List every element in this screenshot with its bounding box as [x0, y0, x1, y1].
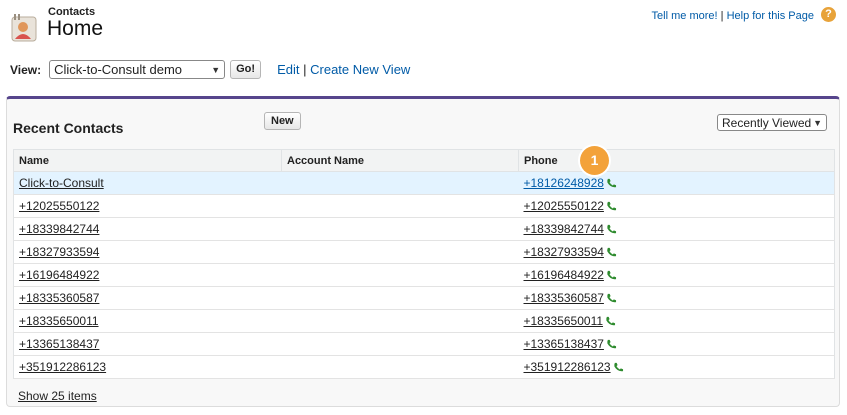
chevron-down-icon: ▼ [211, 64, 221, 75]
cell-name: +351912286123 [13, 355, 282, 379]
view-row: View: Click-to-Consult demo ▼ Go! Edit |… [10, 60, 410, 79]
view-select[interactable]: Click-to-Consult demo ▼ [49, 60, 226, 79]
cell-account [281, 194, 519, 218]
cell-account [281, 263, 519, 287]
table-body: Click-to-Consult +18126248928 +12025550122… [13, 171, 835, 379]
phone-link[interactable]: +18126248928 [524, 176, 604, 190]
contact-name-link[interactable]: +18335650011 [19, 314, 99, 328]
table-row: +16196484922 +16196484922 [13, 263, 835, 287]
cell-name: +16196484922 [13, 263, 282, 287]
phone-link[interactable]: +13365138437 [524, 337, 604, 351]
phone-icon[interactable] [605, 316, 616, 326]
step-badge: 1 [580, 146, 609, 175]
cell-name: Click-to-Consult [13, 171, 282, 195]
table-row: Click-to-Consult +18126248928 [13, 171, 835, 195]
contact-name-link[interactable]: +351912286123 [19, 360, 106, 374]
cell-phone: +18327933594 [518, 240, 835, 264]
phone-icon[interactable] [606, 224, 617, 234]
chevron-down-icon: ▼ [813, 117, 822, 128]
cell-phone: +13365138437 [518, 332, 835, 356]
contact-name-link[interactable]: Click-to-Consult [19, 176, 104, 190]
create-new-view-link[interactable]: Create New View [310, 62, 410, 77]
table-row: +351912286123 +351912286123 [13, 355, 835, 379]
page-title: Home [47, 17, 104, 40]
column-header-account: Account Name [281, 149, 519, 172]
cell-account [281, 217, 519, 241]
cell-phone: +18339842744 [518, 217, 835, 241]
view-label: View: [10, 62, 42, 77]
go-button[interactable]: Go! [230, 60, 262, 79]
help-links: Tell me more! | Help for this Page [652, 10, 814, 22]
cell-account [281, 309, 519, 333]
cell-account [281, 332, 519, 356]
cell-phone: +18335360587 [518, 286, 835, 310]
phone-link[interactable]: +351912286123 [524, 360, 611, 374]
recent-contacts-panel: Recent Contacts New Recently Viewed ▼ Na… [6, 96, 840, 407]
table-row: +18339842744 +18339842744 [13, 217, 835, 241]
cell-phone: +351912286123 [518, 355, 835, 379]
help-separator: | [720, 10, 724, 22]
tell-me-more-link[interactable]: Tell me more! [652, 10, 718, 22]
phone-icon[interactable] [606, 339, 617, 349]
edit-view-link[interactable]: Edit [277, 62, 299, 77]
recent-filter-value: Recently Viewed [722, 115, 812, 130]
cell-account [281, 171, 519, 195]
show-more-link[interactable]: Show 25 items [18, 389, 97, 403]
cell-name: +18327933594 [13, 240, 282, 264]
phone-icon[interactable] [606, 247, 617, 257]
phone-icon[interactable] [606, 270, 617, 280]
contact-name-link[interactable]: +18339842744 [19, 222, 99, 236]
cell-phone: +18126248928 [518, 171, 835, 195]
help-for-this-page-link[interactable]: Help for this Page [727, 10, 814, 22]
phone-link[interactable]: +12025550122 [524, 199, 604, 213]
cell-account [281, 355, 519, 379]
panel-title: Recent Contacts [13, 120, 124, 136]
table-row: +13365138437 +13365138437 [13, 332, 835, 356]
recent-filter-select[interactable]: Recently Viewed ▼ [717, 114, 827, 131]
phone-icon[interactable] [606, 293, 617, 303]
contacts-icon [11, 14, 37, 42]
contact-name-link[interactable]: +18335360587 [19, 291, 99, 305]
column-header-phone: Phone [518, 149, 835, 172]
phone-icon[interactable] [606, 178, 617, 188]
cell-account [281, 286, 519, 310]
table-header-row: Name Account Name Phone [13, 149, 835, 172]
view-links-separator: | [303, 62, 307, 77]
phone-link[interactable]: +18335360587 [524, 291, 604, 305]
new-contact-button[interactable]: New [264, 112, 301, 130]
contacts-table: Name Account Name Phone Click-to-Consult… [13, 149, 835, 379]
cell-phone: +18335650011 [518, 309, 835, 333]
phone-link[interactable]: +18335650011 [524, 314, 604, 328]
cell-account [281, 240, 519, 264]
contact-name-link[interactable]: +12025550122 [19, 199, 99, 213]
phone-icon[interactable] [606, 201, 617, 211]
contact-name-link[interactable]: +13365138437 [19, 337, 99, 351]
contact-name-link[interactable]: +18327933594 [19, 245, 99, 259]
cell-name: +18335360587 [13, 286, 282, 310]
phone-link[interactable]: +16196484922 [524, 268, 604, 282]
column-header-name: Name [13, 149, 282, 172]
view-links: Edit | Create New View [277, 62, 410, 77]
table-row: +18335360587 +18335360587 [13, 286, 835, 310]
phone-icon[interactable] [613, 362, 624, 372]
phone-link[interactable]: +18339842744 [524, 222, 604, 236]
cell-phone: +12025550122 [518, 194, 835, 218]
contact-name-link[interactable]: +16196484922 [19, 268, 99, 282]
cell-name: +18339842744 [13, 217, 282, 241]
cell-name: +13365138437 [13, 332, 282, 356]
view-select-value: Click-to-Consult demo [54, 62, 182, 77]
phone-link[interactable]: +18327933594 [524, 245, 604, 259]
table-row: +12025550122 +12025550122 [13, 194, 835, 218]
table-row: +18327933594 +18327933594 [13, 240, 835, 264]
cell-name: +12025550122 [13, 194, 282, 218]
help-icon[interactable]: ? [821, 7, 836, 22]
cell-phone: +16196484922 [518, 263, 835, 287]
table-row: +18335650011 +18335650011 [13, 309, 835, 333]
cell-name: +18335650011 [13, 309, 282, 333]
